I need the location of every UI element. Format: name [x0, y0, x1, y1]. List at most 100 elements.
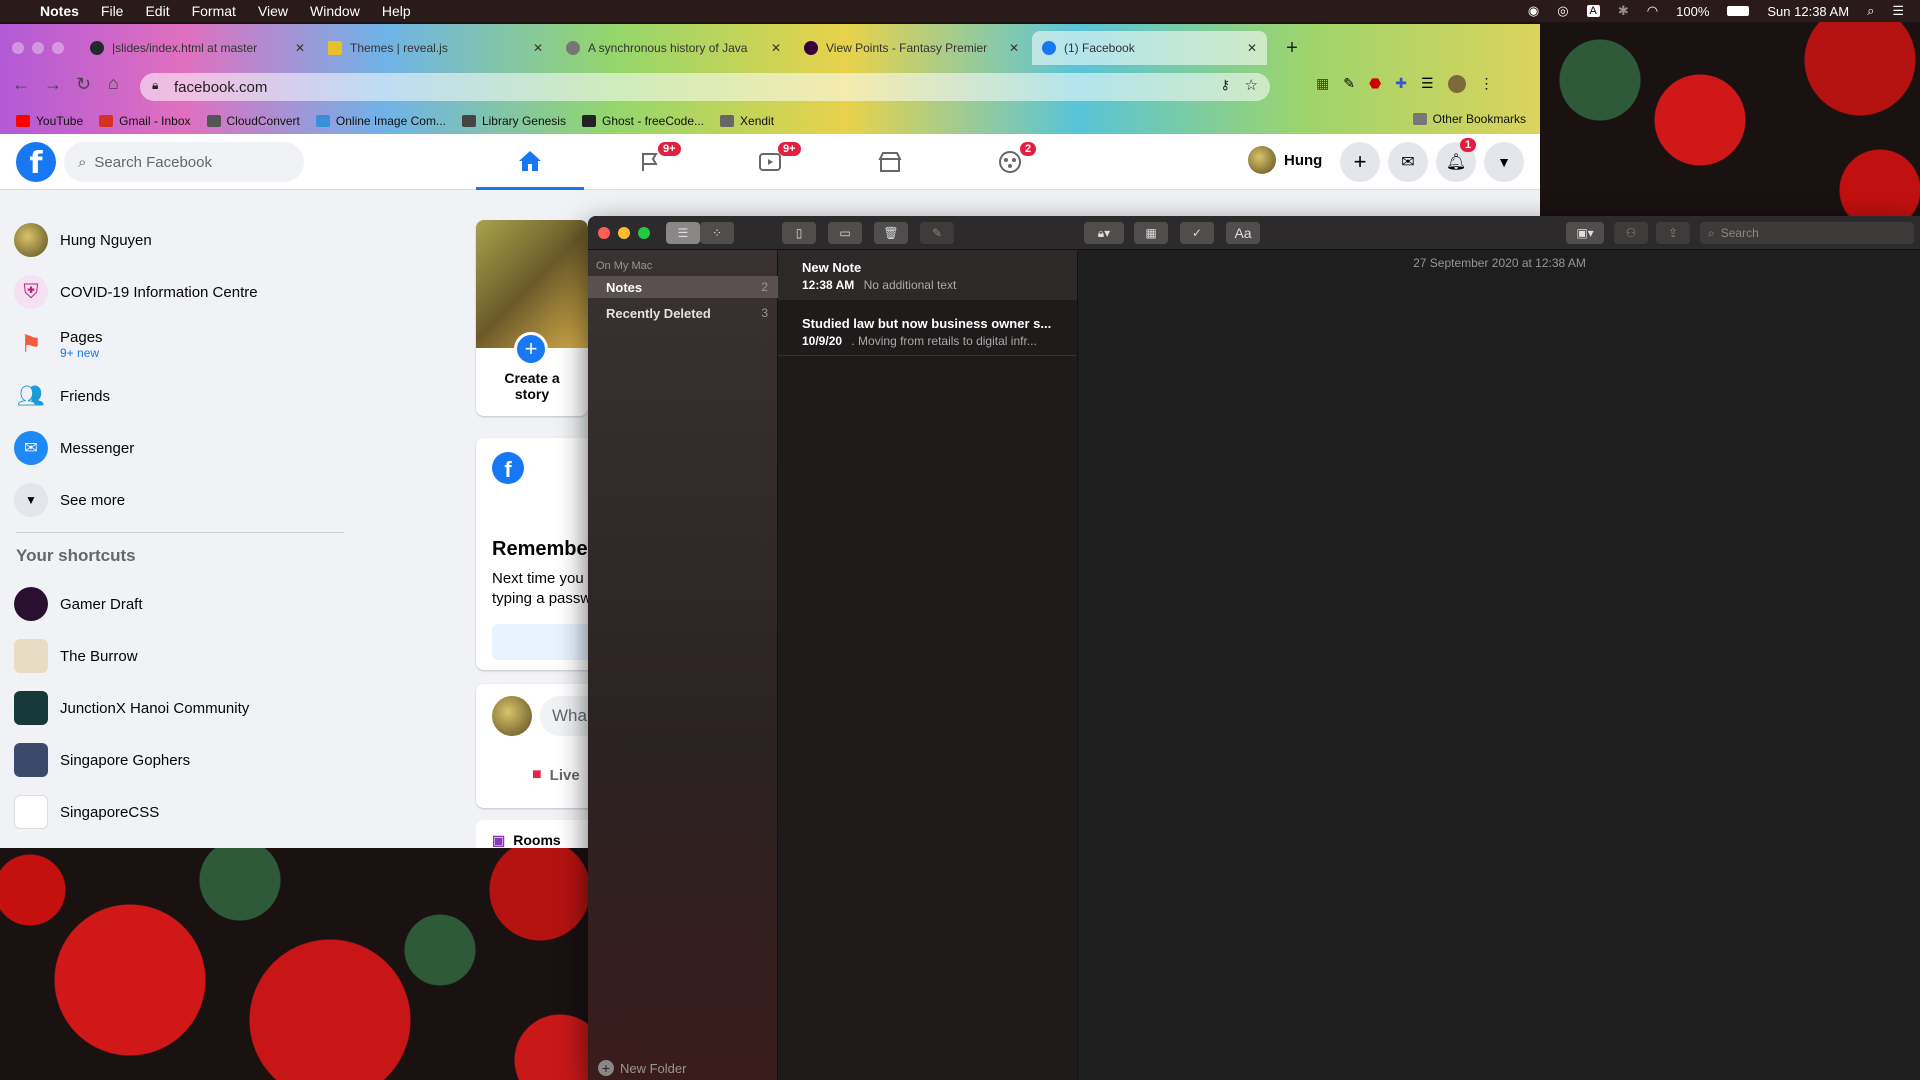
password-key-icon[interactable]: ⚷: [1220, 77, 1230, 93]
facebook-search-input[interactable]: ⌕ Search Facebook: [64, 142, 304, 182]
messenger-button[interactable]: ✉: [1388, 142, 1428, 182]
list-view-button[interactable]: ☰: [666, 222, 700, 244]
menu-edit[interactable]: Edit: [145, 3, 169, 19]
profile-button[interactable]: Hung: [1248, 146, 1322, 174]
close-tab-icon[interactable]: ✕: [1009, 41, 1019, 55]
bluetooth-icon[interactable]: ✱: [1618, 3, 1629, 19]
sidebar-item-messenger[interactable]: ✉ Messenger: [14, 422, 134, 474]
extension-icon[interactable]: ▦: [1316, 75, 1329, 93]
shortcut-item[interactable]: JunctionX Hanoi Community: [14, 682, 249, 734]
bookmark-library-genesis[interactable]: Library Genesis: [461, 114, 566, 128]
back-icon[interactable]: ←: [12, 74, 30, 95]
bookmark-ghost[interactable]: Ghost - freeCode...: [581, 114, 704, 128]
minimize-window-button[interactable]: [618, 227, 630, 239]
note-editor[interactable]: 27 September 2020 at 12:38 AM: [1079, 250, 1920, 1080]
collaborate-button[interactable]: ⚇: [1614, 222, 1648, 244]
lock-note-button[interactable]: 🔒︎▾: [1084, 222, 1124, 244]
close-tab-icon[interactable]: ✕: [533, 41, 543, 55]
note-list-item[interactable]: Studied law but now business owner s... …: [778, 306, 1077, 356]
close-window-button[interactable]: [598, 227, 610, 239]
attachments-button[interactable]: ▭: [828, 222, 862, 244]
extensions-puzzle-icon[interactable]: ✚: [1395, 75, 1407, 93]
clock[interactable]: Sun 12:38 AM: [1767, 4, 1849, 19]
sidebar-item-see-more[interactable]: ▼ See more: [14, 474, 125, 526]
battery-percent[interactable]: 100%: [1676, 4, 1709, 19]
checklist-button[interactable]: ✓: [1180, 222, 1214, 244]
format-button[interactable]: Aa: [1226, 222, 1260, 244]
share-button[interactable]: ⇪: [1656, 222, 1690, 244]
delete-note-button[interactable]: 🗑︎: [874, 222, 908, 244]
shortcut-item[interactable]: The Burrow: [14, 630, 138, 682]
media-button[interactable]: ▣▾: [1566, 222, 1604, 244]
new-tab-button[interactable]: +: [1280, 36, 1304, 60]
new-note-button[interactable]: ✎: [920, 222, 954, 244]
browser-tab[interactable]: A synchronous history of Java ✕: [556, 31, 791, 65]
nav-gaming[interactable]: 2: [956, 134, 1064, 190]
new-folder-button[interactable]: + New Folder: [598, 1060, 686, 1076]
shortcut-item[interactable]: Singapore Gophers: [14, 734, 190, 786]
spotlight-icon[interactable]: ⌕: [1867, 3, 1874, 19]
bookmark-xendit[interactable]: Xendit: [720, 114, 774, 128]
menu-app-name[interactable]: Notes: [40, 3, 79, 19]
extension-icon[interactable]: ✎: [1343, 75, 1355, 93]
folder-recently-deleted[interactable]: Recently Deleted 3: [588, 302, 778, 324]
minimize-window-button[interactable]: [32, 42, 44, 54]
browser-tab[interactable]: |slides/index.html at master ✕: [80, 31, 315, 65]
menu-help[interactable]: Help: [382, 3, 411, 19]
input-source-icon[interactable]: A: [1586, 5, 1600, 17]
notes-search-field[interactable]: ⌕ Search: [1700, 222, 1914, 244]
shortcut-item[interactable]: SingaporeCSS: [14, 786, 159, 838]
wifi-icon[interactable]: ◠: [1647, 3, 1658, 19]
live-video-button[interactable]: ■ Live: [532, 766, 580, 784]
forward-icon[interactable]: →: [44, 74, 62, 95]
home-icon[interactable]: ⌂: [108, 73, 119, 94]
zoom-window-button[interactable]: [52, 42, 64, 54]
menu-file[interactable]: File: [101, 3, 124, 19]
sidebar-item-profile[interactable]: Hung Nguyen: [14, 214, 152, 266]
browser-tab-active[interactable]: (1) Facebook ✕: [1032, 31, 1267, 65]
sidebar-item-pages[interactable]: ⚑ Pages 9+ new: [14, 318, 102, 370]
close-tab-icon[interactable]: ✕: [771, 41, 781, 55]
shortcut-item[interactable]: Gamer Draft: [14, 578, 143, 630]
gallery-view-button[interactable]: ⁘: [700, 222, 734, 244]
close-tab-icon[interactable]: ✕: [1247, 41, 1257, 55]
menu-view[interactable]: View: [258, 3, 288, 19]
bookmark-image-compressor[interactable]: Online Image Com...: [315, 114, 446, 128]
bookmark-cloudconvert[interactable]: CloudConvert: [206, 114, 300, 128]
nav-home[interactable]: [476, 134, 584, 190]
nav-groups[interactable]: 9+: [596, 134, 704, 190]
address-bar[interactable]: 🔒︎ facebook.com ⚷ ☆: [140, 73, 1270, 101]
insert-table-button[interactable]: ▦: [1134, 222, 1168, 244]
browser-tab[interactable]: View Points - Fantasy Premier ✕: [794, 31, 1029, 65]
status-app-icon[interactable]: ◉: [1528, 3, 1539, 19]
create-story-card[interactable]: + Create a story: [476, 220, 588, 416]
status-app-icon-2[interactable]: ◎: [1557, 3, 1568, 19]
zoom-window-button[interactable]: [638, 227, 650, 239]
sidebar-item-covid[interactable]: ⛨ COVID-19 Information Centre: [14, 266, 258, 318]
chrome-menu-icon[interactable]: ⋮: [1480, 75, 1494, 93]
other-bookmarks[interactable]: Other Bookmarks: [1412, 112, 1526, 126]
adblock-icon[interactable]: ⬣: [1369, 75, 1381, 93]
sidebar-item-friends[interactable]: 👥︎ Friends: [14, 370, 110, 422]
folder-notes[interactable]: Notes 2: [588, 276, 778, 298]
battery-icon[interactable]: [1727, 6, 1750, 16]
create-button[interactable]: +: [1340, 142, 1380, 182]
close-tab-icon[interactable]: ✕: [295, 41, 305, 55]
menu-window[interactable]: Window: [310, 3, 360, 19]
notifications-button[interactable]: 🔔︎ 1: [1436, 138, 1477, 182]
menu-format[interactable]: Format: [192, 3, 236, 19]
reload-icon[interactable]: ↻: [76, 74, 91, 95]
profile-avatar[interactable]: [1447, 75, 1466, 93]
notification-center-icon[interactable]: ☰: [1892, 3, 1904, 19]
toggle-sidebar-button[interactable]: ▯: [782, 222, 816, 244]
nav-watch[interactable]: 9+: [716, 134, 824, 190]
bookmark-gmail[interactable]: Gmail - Inbox: [99, 114, 191, 128]
close-window-button[interactable]: [12, 42, 24, 54]
browser-tab[interactable]: Themes | reveal.js ✕: [318, 31, 553, 65]
facebook-logo-icon[interactable]: f: [16, 142, 56, 182]
nav-marketplace[interactable]: [836, 134, 944, 190]
bookmark-star-icon[interactable]: ☆: [1245, 76, 1258, 94]
account-menu-button[interactable]: ▼: [1484, 142, 1524, 182]
reading-list-icon[interactable]: ☰: [1421, 75, 1434, 93]
note-list-item-selected[interactable]: New Note 12:38 AM No additional text: [778, 250, 1077, 300]
